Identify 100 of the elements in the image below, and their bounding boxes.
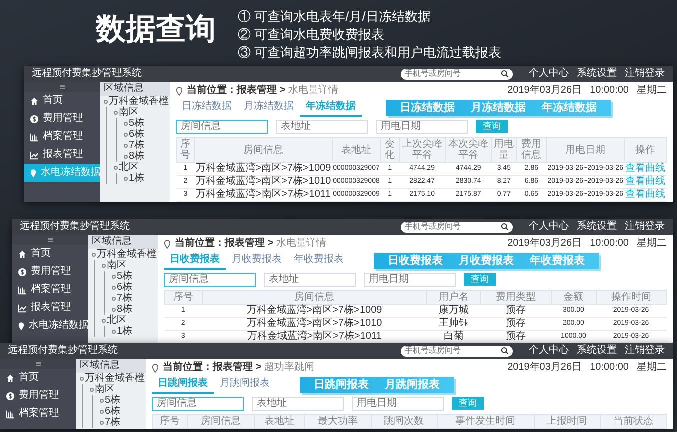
tree-item[interactable]: 7栋 bbox=[117, 293, 133, 304]
column-header: 本次尖峰平谷 bbox=[445, 138, 492, 162]
tree-item[interactable]: 6栋 bbox=[105, 406, 121, 417]
column-header: 表地址 bbox=[254, 414, 305, 428]
table-cell: 万科金域蓝湾>南区>7栋>1009 bbox=[202, 304, 427, 318]
time-text: 10:00:00 bbox=[590, 238, 629, 250]
tree-item[interactable]: 北区 bbox=[119, 162, 139, 173]
weekday-text: 星期二 bbox=[637, 362, 667, 374]
header-link[interactable]: 系统设置 bbox=[577, 345, 617, 357]
input-field[interactable]: 表地址 bbox=[264, 272, 356, 286]
pin-icon bbox=[152, 364, 159, 372]
pin-icon bbox=[18, 322, 25, 330]
header-link[interactable]: 注销登录 bbox=[625, 345, 665, 357]
search-icon[interactable] bbox=[501, 223, 509, 231]
header-link[interactable]: 个人中心 bbox=[529, 221, 569, 233]
column-header: 操作时间 bbox=[596, 290, 666, 304]
tree-item[interactable]: 北区 bbox=[107, 315, 127, 326]
input-field[interactable]: 房间信息 bbox=[152, 396, 244, 410]
sidebar-item[interactable]: 档案管理 bbox=[12, 281, 88, 299]
column-header: 上报时间 bbox=[534, 414, 600, 428]
tree-item[interactable]: 6栋 bbox=[117, 282, 133, 293]
input-field[interactable]: 表地址 bbox=[252, 396, 344, 410]
tree-item[interactable]: 7栋 bbox=[129, 140, 145, 151]
home-icon bbox=[30, 96, 39, 106]
sidebar-item[interactable]: 费用管理 bbox=[12, 263, 88, 281]
tab[interactable]: 月冻结数据 bbox=[238, 99, 300, 117]
feature-text: ① 可查询水电表年/月/日冻结数据 bbox=[238, 8, 432, 26]
tree-item[interactable]: 8栋 bbox=[129, 151, 145, 162]
header-link[interactable]: 注销登录 bbox=[625, 68, 665, 80]
search-icon[interactable] bbox=[501, 347, 509, 355]
tree-item[interactable]: 8栋 bbox=[117, 304, 133, 315]
tree-item[interactable]: 南区 bbox=[95, 384, 115, 395]
tree-item[interactable]: 南区 bbox=[119, 107, 139, 118]
table-cell: 预存 bbox=[480, 318, 552, 330]
tree-item[interactable]: 6栋 bbox=[129, 129, 145, 140]
tree-item[interactable]: 万科金域香樘 bbox=[109, 96, 169, 107]
time-text: 10:00:00 bbox=[590, 85, 629, 97]
sidebar-item[interactable]: 首页 bbox=[24, 92, 100, 110]
callout-banner: 日跳闸报表 月跳闸报表 bbox=[300, 377, 454, 393]
sidebar-item[interactable]: 水电冻结数据 bbox=[12, 317, 88, 335]
tree-item[interactable]: 5栋 bbox=[117, 271, 133, 282]
column-header: 房间信息 bbox=[188, 414, 254, 428]
search-field[interactable]: 手机号或房间号 bbox=[401, 68, 513, 80]
sidebar-item[interactable]: 档案管理 bbox=[24, 128, 100, 146]
tree-item[interactable]: 1栋 bbox=[117, 326, 133, 337]
time-text: 10:00:00 bbox=[590, 362, 629, 374]
sidebar-item[interactable]: 首页 bbox=[0, 369, 76, 387]
column-header: 序号 bbox=[176, 138, 195, 162]
breadcrumb-text: 当前位置：报表管理 > 超功率跳闸 bbox=[163, 362, 314, 374]
input-field[interactable]: 用电日期 bbox=[352, 396, 444, 410]
sidebar-item[interactable]: 费用管理 bbox=[0, 387, 76, 405]
search-field[interactable]: 手机号或房间号 bbox=[401, 222, 513, 232]
search-icon[interactable] bbox=[501, 70, 509, 78]
table-cell: 王帅钰 bbox=[426, 318, 481, 330]
date-text: 2019年03月26日 bbox=[508, 85, 582, 97]
tree-item[interactable]: 南区 bbox=[107, 260, 127, 271]
column-header: 操作 bbox=[624, 138, 666, 162]
tab[interactable]: 月跳闸报表 bbox=[214, 376, 276, 394]
column-header: 变化 bbox=[380, 138, 400, 162]
tree-item[interactable]: 1栋 bbox=[129, 173, 145, 184]
tree-item[interactable]: 5栋 bbox=[129, 118, 145, 129]
input-field[interactable]: 用电日期 bbox=[376, 120, 468, 134]
feature-text: ③ 可查询超功率跳闸报表和用户电流过载报表 bbox=[238, 44, 502, 62]
sidebar-item[interactable]: 报表管理 bbox=[24, 146, 100, 164]
pin-icon bbox=[176, 86, 183, 96]
dollar-icon bbox=[30, 114, 39, 124]
tab[interactable]: 年收费报表 bbox=[288, 252, 350, 270]
tree-item[interactable]: 5栋 bbox=[105, 395, 121, 406]
input-field[interactable]: 表地址 bbox=[276, 120, 368, 134]
tree-item[interactable]: 万科金域香樘 bbox=[85, 373, 145, 384]
input-field[interactable]: 房间信息 bbox=[176, 120, 268, 134]
column-header: 最大功率 bbox=[304, 414, 372, 428]
input-field[interactable]: 房间信息 bbox=[164, 272, 256, 286]
pin-icon bbox=[30, 168, 37, 178]
app-title: 远程预付费集抄管理系统 bbox=[8, 345, 118, 357]
header-link[interactable]: 系统设置 bbox=[577, 68, 617, 80]
home-icon bbox=[18, 250, 27, 258]
sidebar-item[interactable]: 报表管理 bbox=[12, 299, 88, 317]
tab[interactable]: 日冻结数据 bbox=[176, 99, 238, 117]
menu-icon[interactable] bbox=[60, 85, 64, 89]
table-cell: 万科金域蓝湾>南区>7栋>1011 bbox=[194, 188, 332, 202]
header-link[interactable]: 注销登录 bbox=[625, 221, 665, 233]
header-link[interactable]: 个人中心 bbox=[529, 68, 569, 80]
sidebar-item[interactable]: 费用管理 bbox=[24, 110, 100, 128]
app-title: 远程预付费集抄管理系统 bbox=[32, 68, 142, 80]
column-header: 费用信息 bbox=[516, 138, 547, 162]
sidebar-item[interactable]: 首页 bbox=[12, 245, 88, 263]
menu-icon[interactable] bbox=[48, 238, 52, 242]
header-link[interactable]: 个人中心 bbox=[529, 345, 569, 357]
sidebar-item[interactable]: 档案管理 bbox=[0, 405, 76, 423]
bars-icon bbox=[18, 286, 27, 294]
section-title: 数据查询 bbox=[96, 12, 216, 48]
column-header: 事件发生时间 bbox=[437, 414, 534, 428]
header-link[interactable]: 系统设置 bbox=[577, 221, 617, 233]
tree-item[interactable]: 7栋 bbox=[105, 417, 121, 428]
menu-icon[interactable] bbox=[36, 362, 40, 366]
tree-item[interactable]: 万科金域香樘 bbox=[97, 249, 157, 260]
input-field[interactable]: 用电日期 bbox=[364, 272, 456, 286]
search-field[interactable]: 手机号或房间号 bbox=[401, 346, 513, 356]
tab[interactable]: 月收费报表 bbox=[226, 252, 288, 270]
